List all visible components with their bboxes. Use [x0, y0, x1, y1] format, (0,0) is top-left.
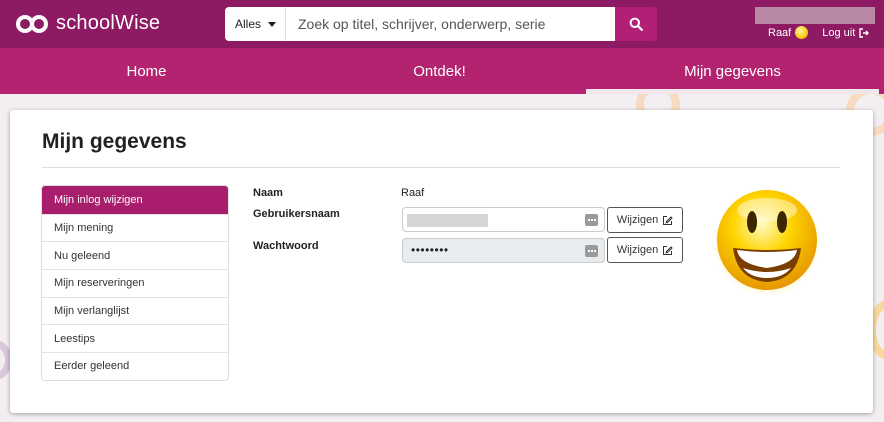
edit-username-label: Wijzigen [616, 214, 659, 226]
divider [42, 167, 840, 168]
search-button[interactable] [615, 7, 657, 41]
sidebar-item-leestips[interactable]: Leestips [42, 324, 228, 352]
content-card: Mijn gegevens Mijn inlog wijzigen Mijn m… [10, 110, 873, 413]
user-name[interactable]: Raaf [768, 27, 791, 39]
logout-icon [859, 27, 870, 38]
search-input[interactable] [286, 7, 615, 41]
page-title: Mijn gegevens [42, 130, 187, 153]
search-scope-select[interactable]: Alles [225, 7, 286, 41]
sidebar-item-nu-geleend[interactable]: Nu geleend [42, 241, 228, 269]
logo-text: schoolWise [56, 12, 161, 34]
nav-mijn-gegevens[interactable]: Mijn gegevens [586, 48, 879, 94]
logout-label: Log uit [822, 26, 856, 39]
keyboard-icon [585, 245, 598, 257]
logout-button[interactable]: Log uit [822, 26, 870, 39]
name-value: Raaf [401, 187, 425, 199]
edit-username-button[interactable]: Wijzigen [607, 207, 683, 233]
keyboard-icon [585, 214, 598, 226]
username-label: Gebruikersnaam [253, 208, 340, 220]
password-value: •••••••• [411, 243, 449, 257]
edit-password-button[interactable]: Wijzigen [607, 237, 683, 263]
user-info-field [755, 7, 875, 24]
password-label: Wachtwoord [253, 240, 319, 252]
name-label: Naam [253, 187, 283, 199]
search-bar: Alles [225, 7, 657, 41]
logo[interactable]: schoolWise [16, 12, 160, 35]
sidebar-item-mijn-mening[interactable]: Mijn mening [42, 213, 228, 242]
nav-mijn-gegevens-label: Mijn gegevens [684, 62, 781, 80]
search-icon [629, 17, 643, 31]
password-field[interactable]: •••••••• [402, 238, 605, 263]
sidebar-item-eerder-geleend[interactable]: Eerder geleend [42, 352, 228, 380]
sidebar-item-mijn-inlog-wijzigen[interactable]: Mijn inlog wijzigen [42, 186, 228, 214]
caret-down-icon [268, 21, 277, 27]
edit-icon [663, 215, 673, 225]
user-area: Raaf Log uit [768, 26, 870, 39]
avatar-smiley-icon [713, 188, 821, 296]
sidebar-item-mijn-verlanglijst[interactable]: Mijn verlanglijst [42, 296, 228, 325]
nav-home-label: Home [126, 62, 167, 80]
nav-ontdek[interactable]: Ontdek! [293, 48, 586, 94]
top-bar: schoolWise Alles Raaf Log uit [0, 0, 884, 48]
nav-ontdek-label: Ontdek! [413, 62, 466, 80]
logo-icon [16, 13, 50, 35]
smiley-icon [795, 26, 809, 39]
username-value-masked [407, 214, 488, 227]
edit-password-label: Wijzigen [616, 244, 659, 256]
edit-icon [663, 245, 673, 255]
search-scope-value: Alles [235, 17, 262, 31]
sidebar-item-mijn-reserveringen[interactable]: Mijn reserveringen [42, 269, 228, 297]
main-nav: Home Ontdek! Mijn gegevens [0, 48, 884, 94]
nav-home[interactable]: Home [0, 48, 293, 94]
account-sidebar: Mijn inlog wijzigen Mijn mening Nu gelee… [41, 185, 229, 381]
username-field[interactable] [402, 207, 605, 232]
